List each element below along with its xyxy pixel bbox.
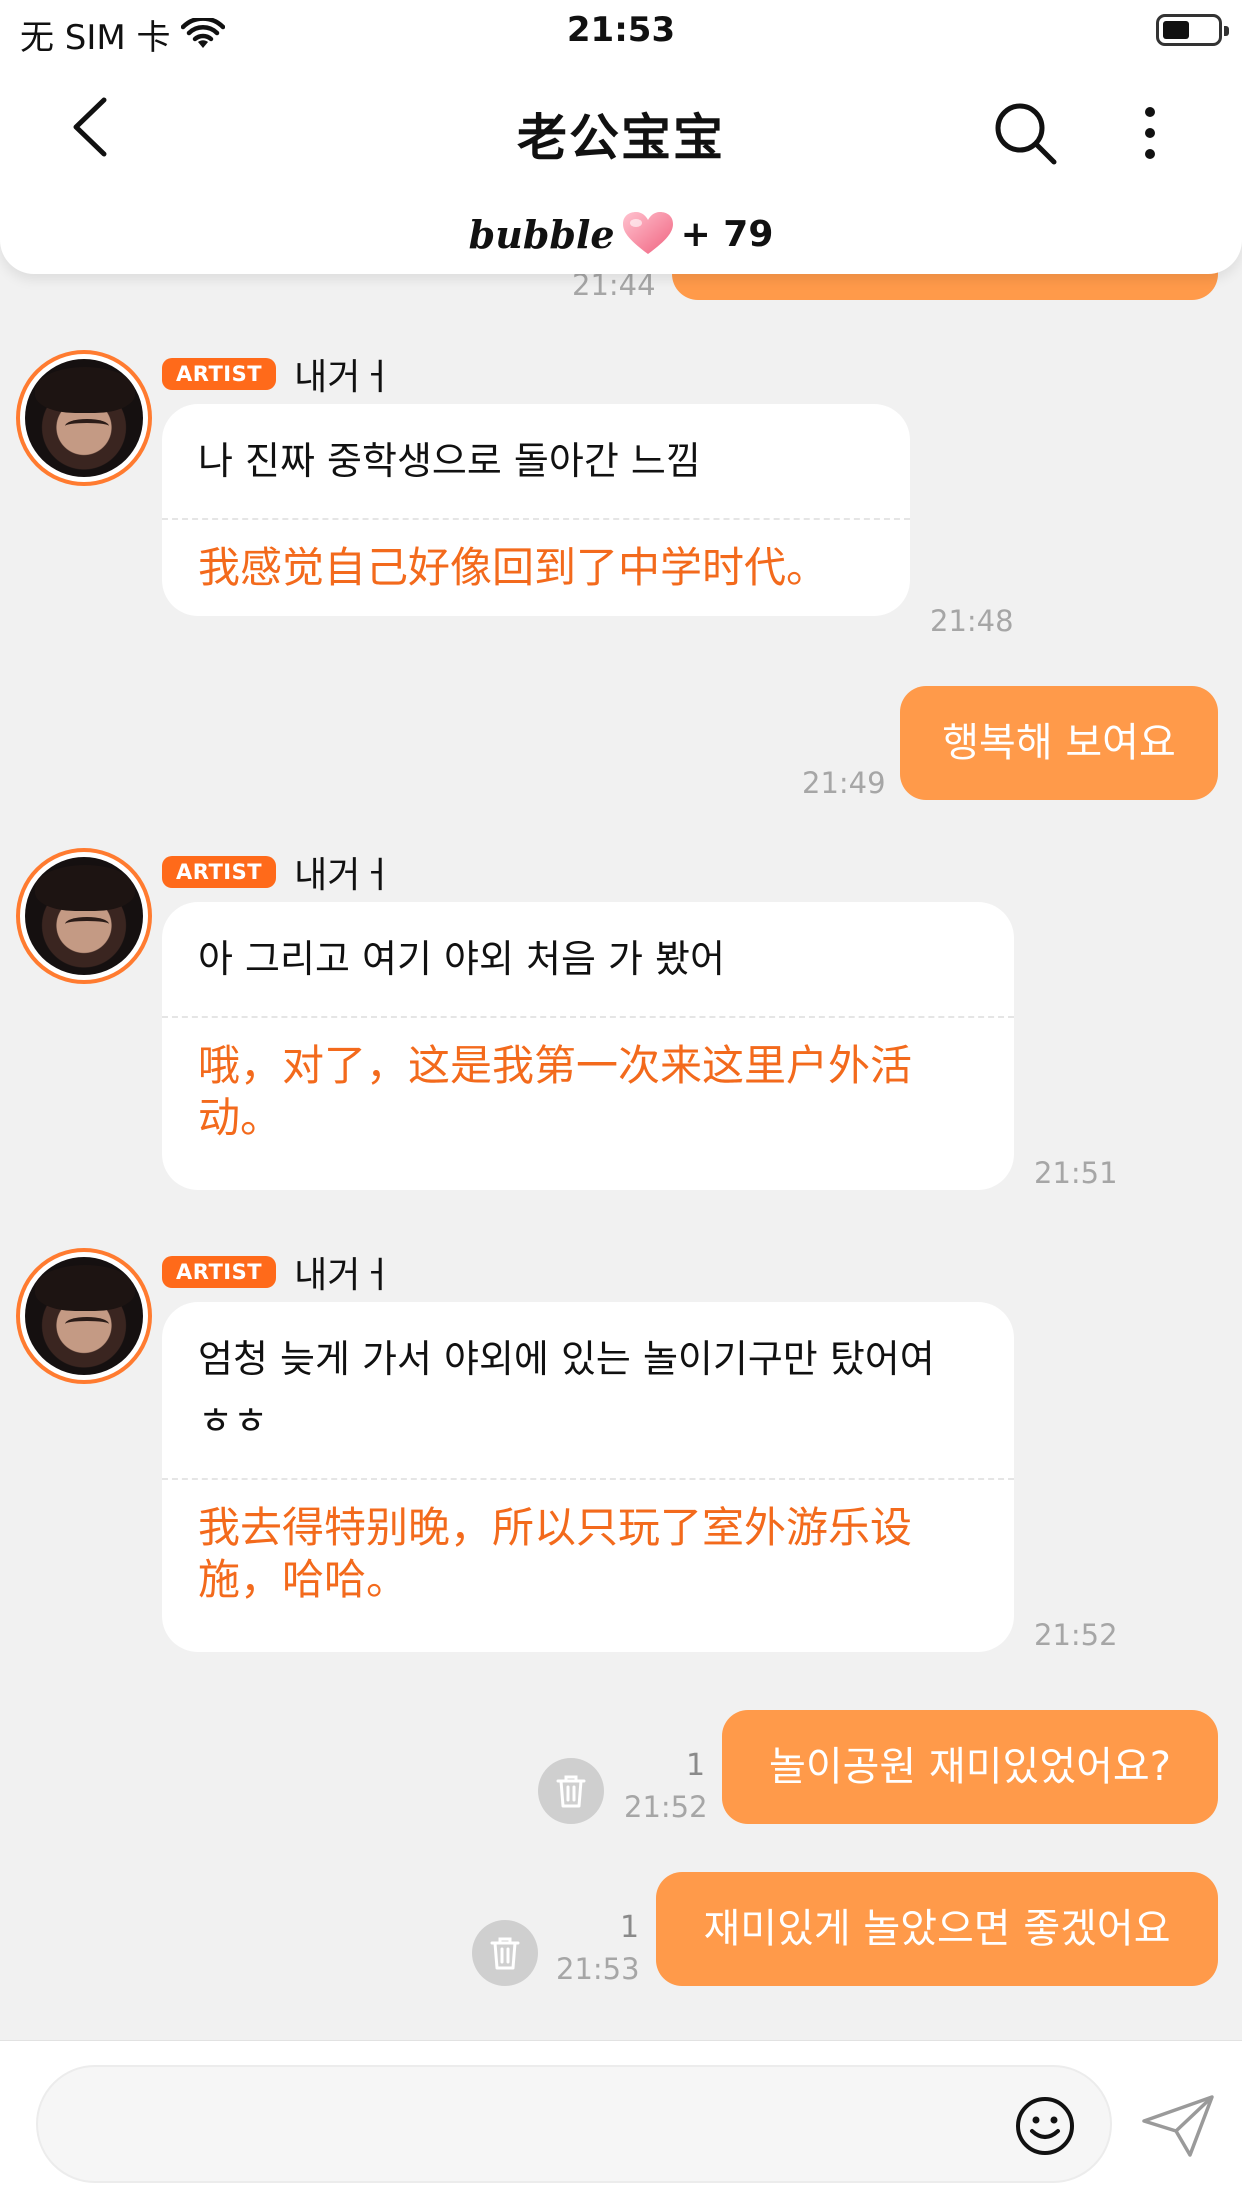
sender-row: ARTIST 내거ㅓ <box>162 1246 393 1298</box>
bubble-count: + 79 <box>680 213 774 255</box>
outgoing-message[interactable]: 놀이공원 재미있었어요? <box>722 1710 1218 1824</box>
sender-row: ARTIST 내거ㅓ <box>162 348 393 400</box>
message-translation-text: 我去得特别晚，所以只玩了室外游乐设施，哈哈。 <box>162 1478 1014 1628</box>
trash-icon[interactable] <box>538 1758 604 1824</box>
avatar-image <box>25 359 143 477</box>
message-time: 21:52 <box>1034 1618 1118 1652</box>
message-time: 21:48 <box>930 604 1014 638</box>
avatar-image <box>25 1257 143 1375</box>
message-time: 21:53 <box>556 1952 640 1986</box>
unread-count: 1 <box>686 1748 706 1783</box>
message-time: 21:51 <box>1034 1156 1118 1190</box>
message-original-text: 아 그리고 여기 야외 처음 가 봤어 <box>198 937 725 981</box>
smiley-icon[interactable] <box>1014 2095 1076 2157</box>
avatar[interactable] <box>16 350 152 486</box>
message-time: 21:52 <box>624 1790 708 1824</box>
heart-icon <box>622 212 673 254</box>
sender-row: ARTIST 내거ㅓ <box>162 846 393 898</box>
incoming-message[interactable]: 엄청 늦게 가서 야외에 있는 놀이기구만 탔어여 ㅎㅎ 我去得特别晚，所以只玩… <box>162 1302 1014 1652</box>
artist-badge: ARTIST <box>162 358 277 390</box>
message-translation-text: 我感觉自己好像回到了中学时代。 <box>162 518 910 616</box>
message-time: 21:49 <box>802 766 886 800</box>
message-translation-text: 哦，对了，这是我第一次来这里户外活动。 <box>162 1016 1014 1166</box>
unread-count: 1 <box>620 1910 640 1945</box>
outgoing-message[interactable]: 행복해 보여요 <box>900 686 1218 800</box>
message-original-text: 엄청 늦게 가서 야외에 있는 놀이기구만 탔어여 ㅎㅎ <box>198 1337 935 1443</box>
artist-badge: ARTIST <box>162 856 277 888</box>
clock: 21:53 <box>566 10 676 50</box>
bubble-logo: bubble <box>468 211 615 257</box>
paper-plane-icon[interactable] <box>1140 2093 1216 2159</box>
trash-icon[interactable] <box>472 1920 538 1986</box>
avatar[interactable] <box>16 848 152 984</box>
outgoing-message[interactable]: 재미있게 놀았으면 좋겠어요 <box>656 1872 1218 1986</box>
chat-header: 老公宝宝 bubble + 79 <box>0 62 1242 274</box>
avatar-image <box>25 857 143 975</box>
avatar[interactable] <box>16 1248 152 1384</box>
message-input[interactable] <box>36 2065 1112 2183</box>
battery-icon <box>1156 14 1229 46</box>
search-icon[interactable] <box>990 98 1060 168</box>
message-original-text: 나 진짜 중학생으로 돌아간 느낌 <box>198 439 701 483</box>
more-vertical-icon[interactable] <box>1120 98 1180 168</box>
status-bar: 无 SIM 卡 21:53 <box>0 0 1242 62</box>
artist-badge: ARTIST <box>162 1256 277 1288</box>
sender-name: 내거ㅓ <box>294 1255 394 1296</box>
incoming-message[interactable]: 나 진짜 중학생으로 돌아간 느낌 我感觉自己好像回到了中学时代。 <box>162 404 910 616</box>
message-input-bar <box>0 2040 1242 2208</box>
incoming-message[interactable]: 아 그리고 여기 야외 처음 가 봤어 哦，对了，这是我第一次来这里户外活动。 <box>162 902 1014 1190</box>
sender-name: 내거ㅓ <box>294 357 394 398</box>
sender-name: 내거ㅓ <box>294 855 394 896</box>
bubble-subscription-row: bubble + 79 <box>0 210 1242 258</box>
